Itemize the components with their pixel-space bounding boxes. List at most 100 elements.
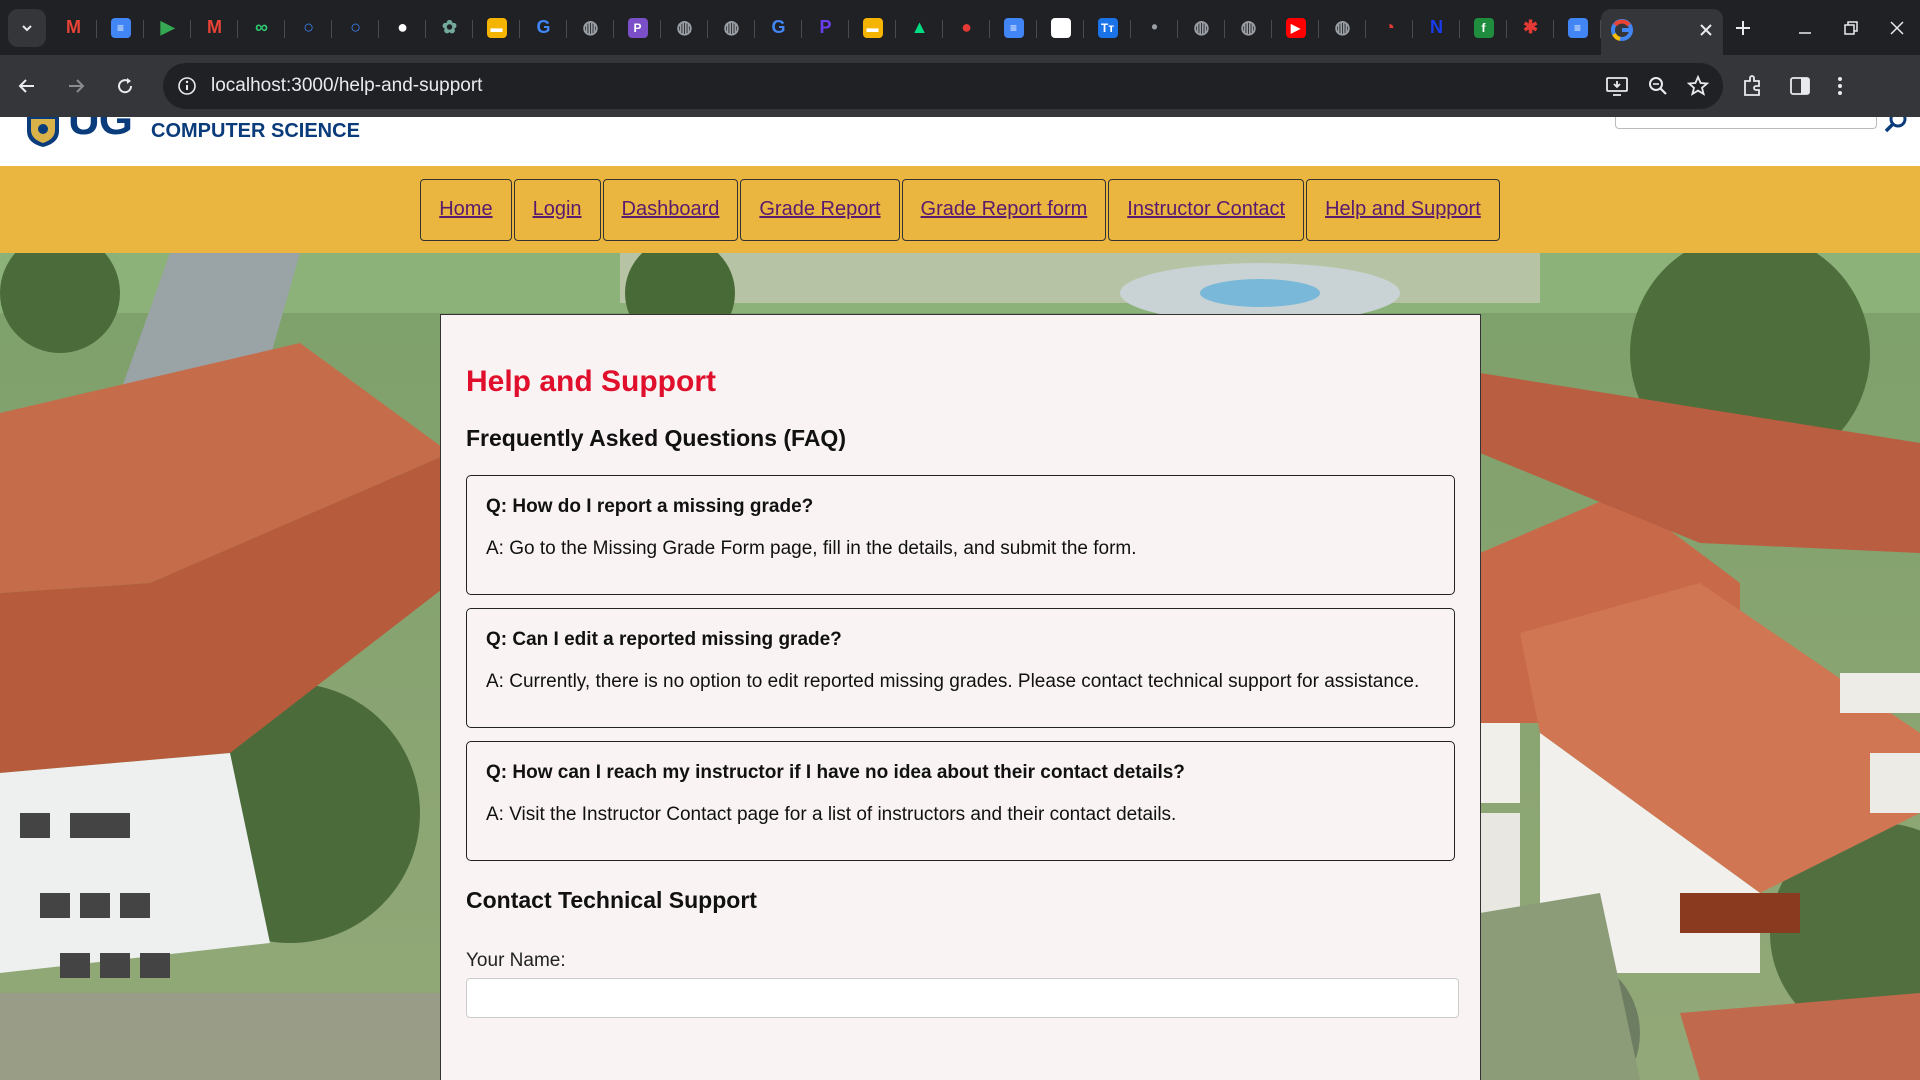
circle-app-icon: ○ (350, 17, 361, 37)
docs-icon: ≡ (110, 17, 131, 38)
main-navigation: Home Login Dashboard Grade Report Grade … (0, 166, 1920, 253)
nav-link-dashboard[interactable]: Dashboard (602, 178, 739, 241)
google-icon: G (536, 17, 551, 37)
nav-link-grade-report-form[interactable]: Grade Report form (901, 178, 1107, 241)
browser-tab[interactable]: M (50, 8, 97, 48)
google-icon (1611, 18, 1633, 46)
new-tab-button[interactable] (1723, 8, 1763, 48)
nuxt-icon: ▲ (910, 17, 929, 37)
search-icon[interactable] (1883, 117, 1909, 135)
active-tab[interactable] (1601, 9, 1723, 55)
bookmark-star-icon[interactable] (1687, 75, 1709, 97)
gear-red-icon: ✱ (1522, 17, 1539, 37)
browser-tab[interactable]: ○ (332, 8, 379, 48)
more-menu-icon[interactable] (1837, 75, 1843, 97)
browser-tab[interactable]: ◍ (708, 8, 755, 48)
chatgpt-icon: ✿ (441, 17, 458, 37)
google-icon: G (771, 17, 786, 37)
header-search-input[interactable] (1615, 117, 1877, 129)
close-tab-icon[interactable] (1699, 23, 1713, 42)
browser-tab[interactable]: P (614, 8, 661, 48)
reload-button[interactable] (103, 64, 147, 108)
nav-link-login[interactable]: Login (513, 178, 601, 241)
reload-icon (118, 78, 133, 94)
forward-button[interactable] (54, 64, 98, 108)
browser-tab[interactable]: ◔ (1366, 8, 1413, 48)
name-field[interactable] (466, 978, 1459, 1018)
faq-question: Q: How can I reach my instructor if I ha… (486, 762, 1185, 783)
browser-tab[interactable]: • (1131, 8, 1178, 48)
logo-text[interactable]: UG (68, 117, 133, 145)
faq-answer: A: Visit the Instructor Contact page for… (486, 804, 1177, 825)
browser-tab[interactable]: G (755, 8, 802, 48)
globe-icon: ◍ (676, 17, 693, 37)
browser-tab[interactable]: N (1413, 8, 1460, 48)
restore-icon (1844, 20, 1858, 35)
faq-item: Q: Can I edit a reported missing grade? … (466, 608, 1455, 728)
browser-tab[interactable]: ▶ (1272, 8, 1319, 48)
department-name: COMPUTER SCIENCE (151, 120, 360, 142)
extensions-icon[interactable] (1741, 75, 1763, 97)
url-text: localhost:3000/help-and-support (211, 75, 483, 96)
browser-tab[interactable]: ▶ (144, 8, 191, 48)
nav-link-grade-report[interactable]: Grade Report (740, 178, 900, 241)
plus-icon (1736, 20, 1750, 35)
browser-tab[interactable]: ○ (285, 8, 332, 48)
page-title: Help and Support (466, 365, 716, 398)
p-logo-icon: P (819, 17, 832, 37)
side-panel-icon[interactable] (1789, 75, 1811, 97)
n-app-icon: N (1430, 17, 1443, 37)
globe-icon: ◍ (1334, 17, 1351, 37)
browser-tab[interactable]: ✿ (426, 8, 473, 48)
browser-tab[interactable]: ◍ (567, 8, 614, 48)
install-app-icon[interactable] (1605, 75, 1629, 97)
faq-question: Q: How do I report a missing grade? (486, 496, 814, 517)
browser-tab[interactable]: ● (943, 8, 990, 48)
browser-tab[interactable]: ▲ (896, 8, 943, 48)
browser-tab[interactable]: P (802, 8, 849, 48)
globe-icon: ◍ (1193, 17, 1210, 37)
browser-tab[interactable]: ◍ (1225, 8, 1272, 48)
globe-icon: ◍ (1240, 17, 1257, 37)
browser-tab[interactable]: ▬ (473, 8, 520, 48)
browser-tab[interactable]: ≡ (97, 8, 144, 48)
browser-tab[interactable]: ◍ (661, 8, 708, 48)
browser-tab[interactable]: ● (379, 8, 426, 48)
address-bar[interactable]: localhost:3000/help-and-support (163, 63, 1723, 109)
browser-tab[interactable]: ≡ (1554, 8, 1601, 48)
globe-icon: ◍ (723, 17, 740, 37)
browser-tab[interactable]: ◍ (1319, 8, 1366, 48)
github-icon: ● (397, 17, 408, 37)
close-window-button[interactable] (1874, 8, 1920, 48)
browser-tab[interactable]: ✱ (1507, 8, 1554, 48)
browser-tab[interactable]: G (520, 8, 567, 48)
help-support-panel: Help and Support Frequently Asked Questi… (440, 314, 1481, 1080)
browser-tab[interactable]: ◍ (1178, 8, 1225, 48)
nav-link-instructor-contact[interactable]: Instructor Contact (1108, 178, 1305, 241)
site-info-icon[interactable] (177, 76, 197, 96)
minimize-button[interactable] (1782, 8, 1828, 48)
browser-tab[interactable]: ≡ (990, 8, 1037, 48)
nav-link-home[interactable]: Home (420, 178, 512, 241)
tab-search-button[interactable] (8, 8, 46, 47)
docs-icon: ≡ (1567, 17, 1588, 38)
f-app-icon: f (1473, 17, 1494, 38)
browser-tab[interactable]: ∞ (238, 8, 285, 48)
browser-tab[interactable]: ▬ (849, 8, 896, 48)
zoom-icon[interactable] (1647, 75, 1669, 97)
nav-link-help-and-support[interactable]: Help and Support (1306, 178, 1500, 241)
circle-app-icon: ○ (303, 17, 314, 37)
restore-button[interactable] (1828, 8, 1874, 48)
arrow-left-icon (18, 79, 34, 93)
faq-item: Q: How can I reach my instructor if I ha… (466, 741, 1455, 861)
browser-toolbar: localhost:3000/help-and-support (0, 55, 1920, 117)
record-icon: ● (961, 17, 972, 37)
browser-tab[interactable]: M (191, 8, 238, 48)
minimize-icon (1799, 31, 1811, 34)
globe-icon: ◍ (582, 17, 599, 37)
browser-tab[interactable]: f (1460, 8, 1507, 48)
browser-tab[interactable]: Tт (1084, 8, 1131, 48)
folder-icon: ▬ (862, 17, 883, 38)
browser-tab[interactable]: ▤ (1037, 8, 1084, 48)
back-button[interactable] (5, 64, 49, 108)
